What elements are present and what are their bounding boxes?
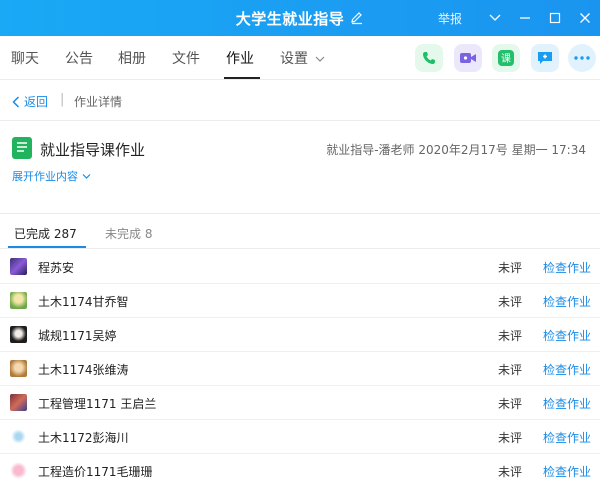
student-name: 土木1174甘乔智 [38, 295, 129, 309]
student-name: 城规1171吴婷 [38, 329, 117, 343]
avatar[interactable] [10, 292, 27, 309]
avatar[interactable] [10, 428, 27, 445]
minimize-icon[interactable] [510, 0, 540, 36]
check-homework-link[interactable]: 检查作业 [543, 463, 591, 480]
tab-settings[interactable]: 设置 [280, 36, 308, 80]
check-homework-link[interactable]: 检查作业 [543, 395, 591, 412]
list-item: 土木1174甘乔智 未评 检查作业 [0, 284, 600, 318]
review-status: 未评 [498, 261, 523, 275]
tab-bar: 聊天 公告 相册 文件 作业 设置 课 [0, 36, 600, 80]
review-status: 未评 [498, 363, 523, 377]
chevron-down-icon [82, 173, 91, 179]
homework-icon [12, 137, 32, 159]
tab-announcement[interactable]: 公告 [65, 36, 93, 80]
tab-incomplete[interactable]: 未完成 8 [105, 225, 152, 242]
report-button[interactable]: 举报 [438, 10, 462, 27]
homework-meta: 就业指导-潘老师 2020年2月17号 星期一 17:34 [326, 143, 586, 157]
check-homework-link[interactable]: 检查作业 [543, 429, 591, 446]
tab-homework[interactable]: 作业 [226, 36, 254, 80]
avatar[interactable] [10, 394, 27, 411]
check-homework-link[interactable]: 检查作业 [543, 327, 591, 344]
window-title: 大学生就业指导 [235, 9, 345, 28]
student-name: 工程管理1171 王启兰 [38, 397, 157, 411]
avatar[interactable] [10, 360, 27, 377]
edit-icon[interactable] [350, 11, 364, 25]
list-item: 土木1172彭海川 未评 检查作业 [0, 420, 600, 454]
svg-text:课: 课 [501, 53, 511, 65]
student-name: 工程造价1171毛珊珊 [38, 465, 153, 479]
homework-header: 就业指导课作业 就业指导-潘老师 2020年2月17号 星期一 17:34 展开… [0, 122, 600, 214]
phone-icon[interactable] [415, 44, 443, 72]
tab-album[interactable]: 相册 [118, 36, 146, 80]
check-homework-link[interactable]: 检查作业 [543, 259, 591, 276]
title-bar: 大学生就业指导 举报 [0, 0, 600, 36]
student-name: 土木1172彭海川 [38, 431, 129, 445]
review-status: 未评 [498, 397, 523, 411]
list-item: 工程管理1171 王启兰 未评 检查作业 [0, 386, 600, 420]
expand-label: 展开作业内容 [12, 170, 78, 183]
tab-completed[interactable]: 已完成 287 [14, 225, 77, 242]
check-homework-link[interactable]: 检查作业 [543, 361, 591, 378]
breadcrumb-current: 作业详情 [74, 95, 123, 109]
expand-content-link[interactable]: 展开作业内容 [12, 168, 91, 184]
homework-title: 就业指导课作业 [40, 141, 146, 159]
breadcrumb-separator: | [60, 92, 65, 107]
avatar[interactable] [10, 462, 27, 479]
list-item: 土木1174张维涛 未评 检查作业 [0, 352, 600, 386]
chevron-down-icon[interactable] [315, 53, 325, 63]
student-name: 程苏安 [38, 261, 75, 275]
video-icon[interactable] [454, 44, 482, 72]
tab-chat[interactable]: 聊天 [11, 36, 39, 80]
avatar[interactable] [10, 326, 27, 343]
list-item: 城规1171吴婷 未评 检查作业 [0, 318, 600, 352]
review-status: 未评 [498, 465, 523, 479]
close-icon[interactable] [570, 0, 600, 36]
class-icon[interactable]: 课 [492, 44, 520, 72]
back-button[interactable]: 返回 [12, 93, 48, 110]
status-tab-indicator [8, 246, 86, 248]
student-name: 土木1174张维涛 [38, 363, 129, 377]
review-status: 未评 [498, 295, 523, 309]
maximize-icon[interactable] [540, 0, 570, 36]
back-label: 返回 [24, 95, 49, 109]
active-tab-indicator [224, 77, 260, 79]
breadcrumb: 返回 | 作业详情 [0, 81, 600, 121]
avatar[interactable] [10, 258, 27, 275]
chevron-left-icon [12, 95, 20, 108]
dropdown-icon[interactable] [480, 0, 510, 36]
status-tabs: 已完成 287 未完成 8 [0, 215, 600, 249]
tab-files[interactable]: 文件 [172, 36, 200, 80]
review-status: 未评 [498, 431, 523, 445]
review-status: 未评 [498, 329, 523, 343]
more-icon[interactable] [568, 44, 596, 72]
check-homework-link[interactable]: 检查作业 [543, 293, 591, 310]
list-item: 工程造价1171毛珊珊 未评 检查作业 [0, 454, 600, 480]
list-item: 程苏安 未评 检查作业 [0, 250, 600, 284]
message-icon[interactable] [531, 44, 559, 72]
submission-list: 程苏安 未评 检查作业 土木1174甘乔智 未评 检查作业 城规1171吴婷 未… [0, 250, 600, 480]
